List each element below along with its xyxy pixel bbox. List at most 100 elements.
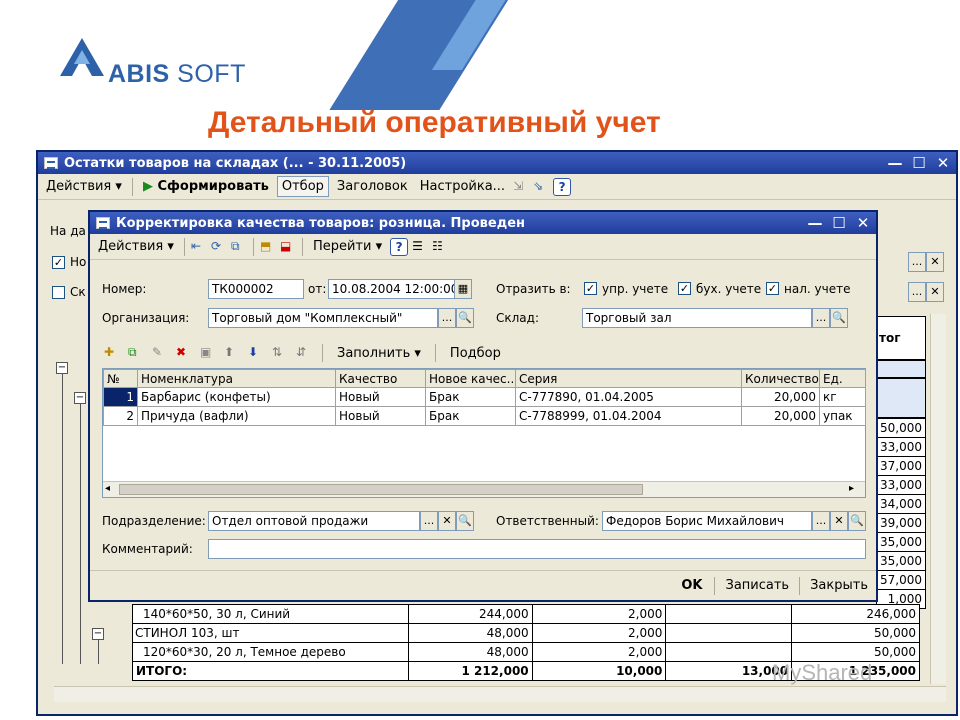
header-button[interactable]: Заголовок [333, 177, 412, 196]
list-icon[interactable]: ☰ [412, 239, 428, 255]
table-cell[interactable]: Новый [335, 406, 426, 426]
column-header[interactable]: № [103, 369, 138, 388]
column-header[interactable]: Серия [515, 369, 742, 388]
table-horizontal-scrollbar[interactable]: ◂ ▸ [103, 481, 865, 497]
refresh-icon[interactable]: ⟳ [211, 239, 227, 255]
table-cell[interactable]: Новый [335, 387, 426, 407]
add-row-icon[interactable]: ✚ [104, 345, 120, 361]
checkbox-tax[interactable]: ✓ [766, 282, 779, 295]
table-row[interactable]: 1 Барбарис (конфеты) Новый Брак С-777890, 01… [103, 387, 866, 407]
dialog-actions-menu[interactable]: Действия ▾ [94, 237, 178, 256]
maximize-icon[interactable]: ☐ [908, 154, 930, 172]
table-cell[interactable]: С-777890, 01.04.2005 [515, 387, 742, 407]
search-icon[interactable]: 🔍 [456, 308, 474, 328]
report-row[interactable]: 140*60*50, 30 л, Синий 244,000 2,000 246,00… [132, 604, 920, 624]
clear-button[interactable]: ✕ [926, 252, 944, 272]
column-header[interactable]: Количество [741, 369, 820, 388]
horizontal-scrollbar[interactable] [54, 686, 946, 702]
help-icon[interactable]: ? [390, 237, 409, 256]
calendar-icon[interactable]: ▦ [454, 279, 472, 299]
delete-row-icon[interactable]: ✖ [176, 345, 192, 361]
save-post-icon[interactable]: ⬒ [260, 239, 276, 255]
move-down-icon[interactable]: ⬇ [248, 345, 264, 361]
resp-clear-button[interactable]: ✕ [830, 511, 848, 531]
ok-button[interactable]: OK [671, 576, 712, 595]
cancel-post-icon[interactable]: ⬓ [280, 239, 296, 255]
table-cell[interactable]: 20,000 [741, 406, 820, 426]
end-edit-icon[interactable]: ▣ [200, 345, 216, 361]
checkbox-acc[interactable]: ✓ [678, 282, 691, 295]
column-header[interactable]: Качество [335, 369, 426, 388]
table-cell[interactable]: 1 [103, 387, 138, 407]
sort-desc-icon[interactable]: ⇵ [296, 345, 312, 361]
table-cell[interactable]: кг [819, 387, 866, 407]
dept-select-button[interactable]: ... [420, 511, 438, 531]
select-button[interactable]: ... [908, 252, 926, 272]
search-icon[interactable]: 🔍 [848, 511, 866, 531]
sort-asc-icon[interactable]: ⇅ [272, 345, 288, 361]
settings-load-icon[interactable]: ⇲ [513, 179, 529, 195]
close-icon[interactable]: ✕ [852, 214, 874, 232]
column-header[interactable]: Новое качес... [425, 369, 516, 388]
number-field[interactable]: ТК000002 [208, 279, 304, 299]
column-header[interactable]: Ед. [819, 369, 866, 388]
dept-clear-button[interactable]: ✕ [438, 511, 456, 531]
scroll-thumb[interactable] [119, 484, 643, 495]
filter-button[interactable]: Отбор [276, 176, 329, 197]
settings-save-icon[interactable]: ⇘ [533, 179, 549, 195]
help-icon[interactable]: ? [553, 177, 572, 196]
vertical-scrollbar[interactable] [930, 314, 946, 684]
report-row[interactable]: СТИНОЛ 103, шт 48,000 2,000 50,000 [132, 623, 920, 643]
back-arrow-icon[interactable]: ⇤ [191, 239, 207, 255]
warehouse-select-button[interactable]: ... [812, 308, 830, 328]
table-cell[interactable]: Барбарис (конфеты) [137, 387, 336, 407]
save-button[interactable]: Записать [717, 576, 797, 595]
scroll-right-icon[interactable]: ▸ [849, 483, 863, 496]
checkbox-sk[interactable] [52, 286, 65, 299]
copy-icon[interactable]: ⧉ [231, 239, 247, 255]
close-icon[interactable]: ✕ [932, 154, 954, 172]
structure-icon[interactable]: ☷ [432, 239, 448, 255]
tree-collapse-icon[interactable]: − [56, 362, 68, 374]
copy-row-icon[interactable]: ⧉ [128, 345, 144, 361]
table-cell[interactable]: упак [819, 406, 866, 426]
pick-button[interactable]: Подбор [446, 344, 505, 363]
comment-field[interactable] [208, 539, 866, 559]
table-cell[interactable]: 2 [103, 406, 138, 426]
scroll-left-icon[interactable]: ◂ [105, 483, 119, 496]
dialog-titlebar[interactable]: Корректировка качества товаров: розница.… [90, 212, 876, 234]
warehouse-field[interactable]: Торговый зал [582, 308, 812, 328]
actions-menu[interactable]: Действия ▾ [42, 177, 126, 196]
generate-button[interactable]: ▶ Сформировать [139, 177, 273, 196]
column-header[interactable]: Номенклатура [137, 369, 336, 388]
tree-collapse-icon[interactable]: − [74, 392, 86, 404]
dept-field[interactable]: Отдел оптовой продажи [208, 511, 420, 531]
report-titlebar[interactable]: Остатки товаров на складах (... - 30.11.… [38, 152, 956, 174]
table-cell[interactable]: Причуда (вафли) [137, 406, 336, 426]
search-icon[interactable]: 🔍 [830, 308, 848, 328]
edit-row-icon[interactable]: ✎ [152, 345, 168, 361]
table-cell[interactable]: Брак [425, 406, 516, 426]
date-field[interactable]: 10.08.2004 12:00:00 [328, 279, 456, 299]
resp-field[interactable]: Федоров Борис Михайлович [602, 511, 812, 531]
move-up-icon[interactable]: ⬆ [224, 345, 240, 361]
minimize-icon[interactable]: — [884, 154, 906, 172]
close-button[interactable]: Закрыть [802, 576, 876, 595]
tree-collapse-icon[interactable]: − [92, 628, 104, 640]
org-field[interactable]: Торговый дом "Комплексный" [208, 308, 438, 328]
report-row[interactable]: 120*60*30, 20 л, Темное дерево 48,000 2,00… [132, 642, 920, 662]
minimize-icon[interactable]: — [804, 214, 826, 232]
org-select-button[interactable]: ... [438, 308, 456, 328]
table-row[interactable]: 2 Причуда (вафли) Новый Брак С-7788999, 01.0… [103, 406, 866, 426]
table-cell[interactable]: С-7788999, 01.04.2004 [515, 406, 742, 426]
settings-button[interactable]: Настройка... [416, 177, 509, 196]
goto-menu[interactable]: Перейти ▾ [309, 237, 386, 256]
search-icon[interactable]: 🔍 [456, 511, 474, 531]
checkbox-mgmt[interactable]: ✓ [584, 282, 597, 295]
table-cell[interactable]: Брак [425, 387, 516, 407]
clear-button-2[interactable]: ✕ [926, 282, 944, 302]
maximize-icon[interactable]: ☐ [828, 214, 850, 232]
select-button-2[interactable]: ... [908, 282, 926, 302]
resp-select-button[interactable]: ... [812, 511, 830, 531]
table-cell[interactable]: 20,000 [741, 387, 820, 407]
